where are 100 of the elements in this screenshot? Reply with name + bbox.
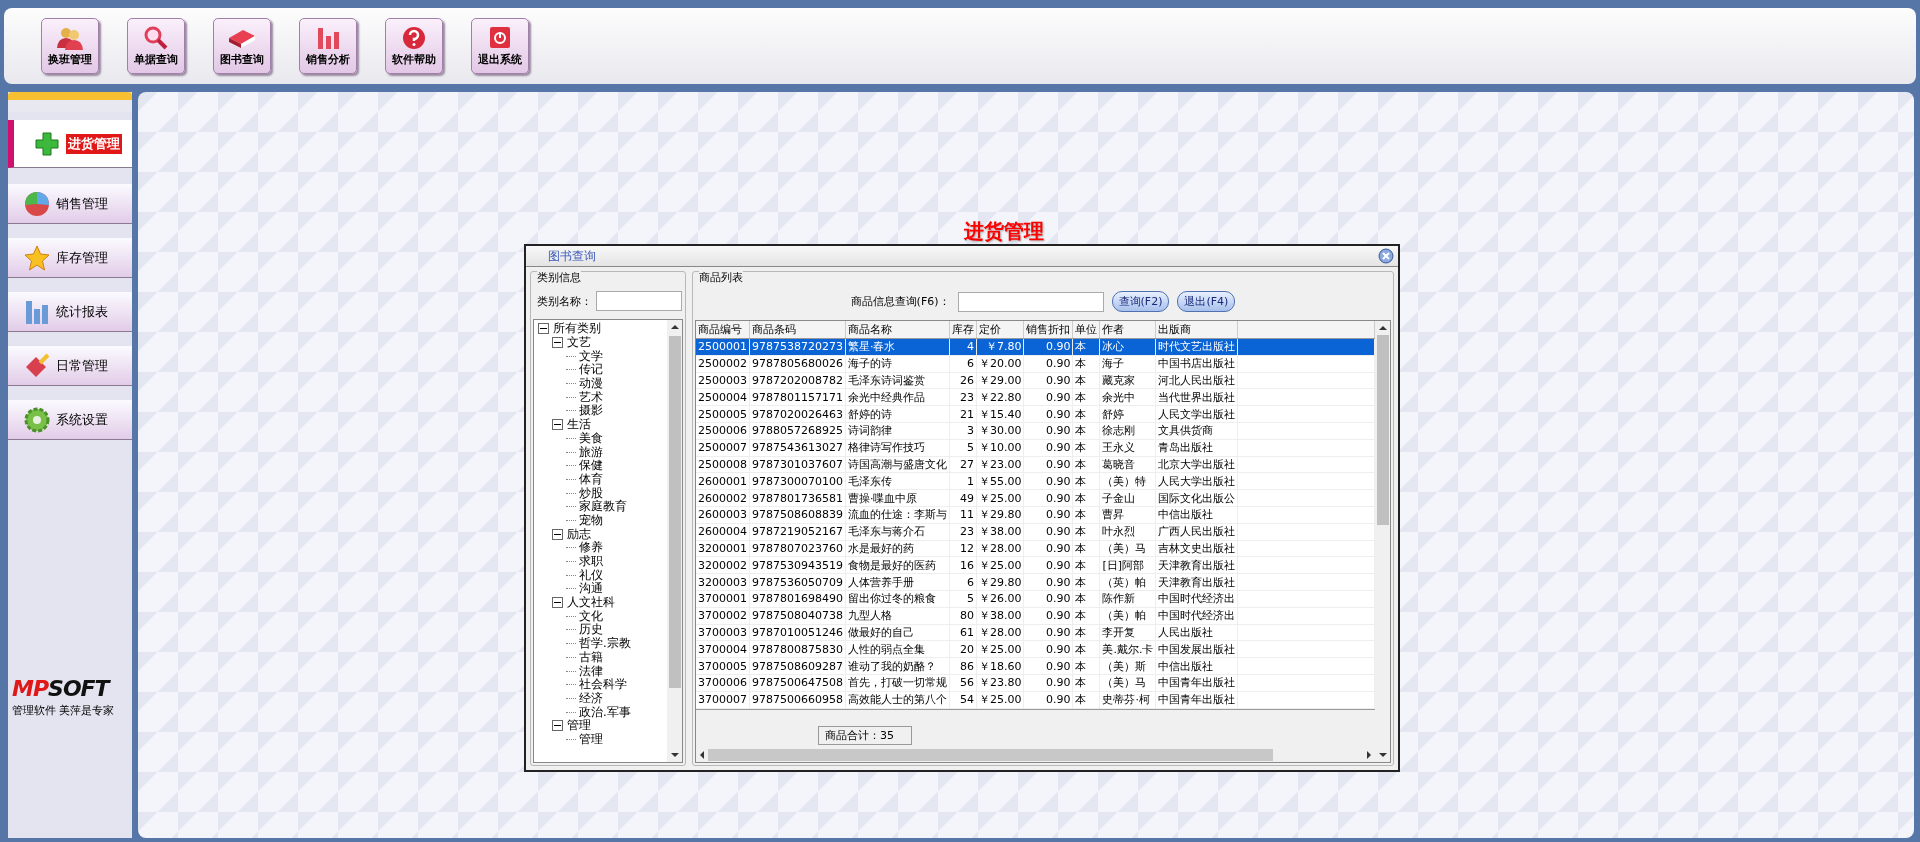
tree-leaf[interactable]: 炒股 (579, 485, 603, 501)
collapse-toggle-icon[interactable] (552, 720, 563, 732)
tree-leaf[interactable]: 体育 (579, 471, 603, 487)
column-header[interactable]: 商品编号 (696, 321, 750, 339)
column-header[interactable]: 单位 (1073, 321, 1100, 339)
tree-leaf[interactable]: 艺术 (579, 389, 603, 405)
table-row[interactable]: 2500003 9787202008782 毛泽东诗词鉴赏 26 ￥29.00 0.90 本 藏克家 河北人民出版社 (696, 372, 1375, 389)
column-header[interactable]: 定价 (976, 321, 1024, 339)
sidebar-item[interactable]: 库存管理 (8, 238, 132, 278)
table-row[interactable]: 3200002 9787530943519 食物是最好的医药 16 ￥25.00 0.90 本 [日]阿部 天津教育出版社 (696, 556, 1375, 574)
table-row[interactable]: 2500001 9787538720273 繁星·春水 4 ￥7.80 0.90 本 冰心 时代文艺出版社 (696, 338, 1375, 356)
category-name-field[interactable] (596, 291, 682, 311)
scrollbar[interactable] (667, 320, 682, 762)
table-cell: [日]阿部 (1100, 556, 1156, 574)
tree-leaf[interactable]: 美食 (579, 430, 603, 446)
tree-node[interactable]: 所有类别 (553, 321, 601, 337)
tree-leaf[interactable]: 旅游 (579, 444, 603, 460)
tree-leaf[interactable]: 动漫 (579, 376, 603, 392)
collapse-toggle-icon[interactable] (552, 597, 563, 609)
toolbar-button[interactable]: 销售分析 (299, 18, 357, 74)
tree-leaf[interactable]: 家庭教育 (579, 499, 627, 515)
tree-leaf[interactable]: 政治.军事 (579, 704, 631, 720)
tree-leaf[interactable]: 经济 (579, 690, 603, 706)
tree-leaf[interactable]: 古籍 (579, 649, 603, 665)
table-row[interactable]: 3700002 9787508040738 九型人格 80 ￥38.00 0.90 本 （美）帕 中国时代经济出 (696, 607, 1375, 625)
sidebar-item[interactable]: 统计报表 (8, 292, 132, 332)
scrollbar[interactable] (696, 747, 1375, 762)
table-row[interactable]: 3700007 9787500660958 高效能人士的第八个 54 ￥25.00 0.90 本 史蒂芬·柯 中国青年出版社 (696, 691, 1375, 709)
tree-leaf[interactable]: 法律 (579, 663, 603, 679)
toolbar-button[interactable]: 图书查询 (213, 18, 271, 74)
table-cell: 吉林文史出版社 (1156, 540, 1238, 557)
tree-leaf[interactable]: 传记 (579, 362, 603, 378)
column-header[interactable]: 作者 (1100, 321, 1156, 339)
table-row[interactable]: 2500006 9788057268925 诗词韵律 3 ￥30.00 0.90 本 徐志刚 文具供货商 (696, 422, 1375, 440)
tree-leaf[interactable]: 历史 (579, 622, 603, 638)
scrollbar[interactable] (1375, 321, 1390, 762)
sidebar-item[interactable]: 系统设置 (8, 400, 132, 440)
tree-leaf[interactable]: 求职 (579, 554, 603, 570)
sidebar-item[interactable]: 进货管理 (8, 120, 132, 168)
collapse-toggle-icon[interactable] (552, 337, 563, 349)
collapse-toggle-icon[interactable] (552, 419, 563, 431)
table-row[interactable]: 2600004 9787219052167 毛泽东与蒋介石 23 ￥38.00 0.90 本 叶永烈 广西人民出版社 (696, 523, 1375, 541)
table-cell: ￥23.80 (976, 674, 1024, 692)
table-row[interactable]: 2500002 9787805680026 海子的诗 6 ￥20.00 0.90 本 海子 中国书店出版社 (696, 355, 1375, 373)
tree-node[interactable]: 文艺 (567, 335, 591, 351)
tree-leaf[interactable]: 哲学.宗教 (579, 636, 631, 652)
table-cell: 藏克家 (1100, 372, 1156, 389)
table-row[interactable]: 2600001 9787300070100 毛泽东传 1 ￥55.00 0.90 本 （美）特 人民大学出版社 (696, 472, 1375, 490)
pill-button[interactable]: 退出(F4) (1177, 291, 1236, 312)
table-cell: 3700001 (696, 590, 750, 608)
sidebar-item[interactable]: 日常管理 (8, 346, 132, 386)
table-cell: 9788057268925 (749, 422, 846, 440)
toolbar-button[interactable]: 退出系统 (471, 18, 529, 74)
column-header[interactable]: 出版商 (1156, 321, 1238, 339)
table-row[interactable]: 2600002 9787801736581 曹操·喋血中原 49 ￥25.00 0.90 本 子金山 国际文化出版公 (696, 489, 1375, 507)
table-row[interactable]: 3200001 9787807023760 水是最好的药 12 ￥28.00 0.90 本 （美）马 吉林文史出版社 (696, 540, 1375, 557)
close-icon[interactable] (1378, 248, 1394, 264)
table-cell: 广西人民出版社 (1156, 523, 1238, 541)
table-row[interactable]: 3200003 9787536050709 人体营养手册 6 ￥29.80 0.90 本 （英）帕 天津教育出版社 (696, 573, 1375, 591)
tree-leaf[interactable]: 文学 (579, 348, 603, 364)
column-header[interactable]: 销售折扣 (1024, 321, 1073, 339)
tree-leaf[interactable]: 礼仪 (579, 567, 603, 583)
table-cell: 3700007 (696, 691, 750, 709)
table-row[interactable]: 3700003 9787010051246 做最好的自己 61 ￥28.00 0.90 本 李开复 人民出版社 (696, 624, 1375, 641)
table-row[interactable]: 3700005 9787508609287 谁动了我的奶酪？ 86 ￥18.60 0.90 本 （美）斯 中信出版社 (696, 657, 1375, 675)
table-cell: 3 (949, 422, 977, 440)
sidebar-item[interactable]: 销售管理 (8, 184, 132, 224)
table-cell: 0.90 (1024, 405, 1073, 423)
collapse-toggle-icon[interactable] (552, 528, 563, 540)
table-row[interactable]: 3700001 9787801698490 留出你过冬的粮食 5 ￥26.00 0.90 本 陈作新 中国时代经济出 (696, 590, 1375, 608)
column-header[interactable]: 库存 (949, 321, 977, 339)
tree-node[interactable]: 励志 (567, 526, 591, 542)
table-row[interactable]: 2500005 9787020026463 舒婷的诗 21 ￥15.40 0.90 本 舒婷 人民文学出版社 (696, 405, 1375, 423)
table-row[interactable]: 3700004 9787800875830 人性的弱点全集 20 ￥25.00 0.90 本 美.戴尔.卡 中国发展出版社 (696, 640, 1375, 658)
tree-node[interactable]: 人文社科 (567, 595, 615, 611)
table-cell: ￥29.80 (976, 506, 1024, 524)
toolbar-button[interactable]: 换班管理 (41, 18, 99, 74)
tree-leaf[interactable]: 沟通 (579, 581, 603, 597)
table-row[interactable]: 2500008 9787301037607 诗国高潮与盛唐文化 27 ￥23.00 0.90 本 葛晓音 北京大学出版社 (696, 456, 1375, 473)
tree-leaf[interactable]: 社会科学 (579, 677, 627, 693)
table-cell: 9787801698490 (749, 590, 846, 608)
tree-leaf[interactable]: 管理 (579, 731, 603, 747)
table-row[interactable]: 2500004 9787801157171 余光中经典作品 23 ￥22.80 0.90 本 余光中 当代世界出版社 (696, 388, 1375, 406)
toolbar-button[interactable]: 单据查询 (127, 18, 185, 74)
table-row[interactable]: 3700006 9787500647508 首先，打破一切常规 56 ￥23.80 0.90 本 （美）马 中国青年出版社 (696, 674, 1375, 692)
tree-leaf[interactable]: 修养 (579, 540, 603, 556)
tree-node[interactable]: 生活 (567, 417, 591, 433)
table-cell: ￥55.00 (976, 472, 1024, 490)
toolbar-button[interactable]: 软件帮助 (385, 18, 443, 74)
collapse-toggle-icon[interactable] (538, 323, 549, 335)
column-header[interactable]: 商品条码 (749, 321, 846, 339)
tree-node[interactable]: 管理 (567, 718, 591, 734)
column-header[interactable]: 商品名称 (845, 321, 950, 339)
tree-leaf[interactable]: 文化 (579, 608, 603, 624)
product-search-field[interactable] (957, 291, 1104, 312)
table-row[interactable]: 2500007 9787543613027 格律诗写作技巧 5 ￥10.00 0.90 本 王永义 青岛出版社 (696, 439, 1375, 457)
tree-leaf[interactable]: 宠物 (579, 512, 603, 528)
tree-leaf[interactable]: 摄影 (579, 403, 603, 419)
table-row[interactable]: 2600003 9787508608839 流血的仕途：李斯与 11 ￥29.80 0.90 本 曹昇 中信出版社 (696, 506, 1375, 524)
pill-button[interactable]: 查询(F2) (1111, 291, 1170, 312)
